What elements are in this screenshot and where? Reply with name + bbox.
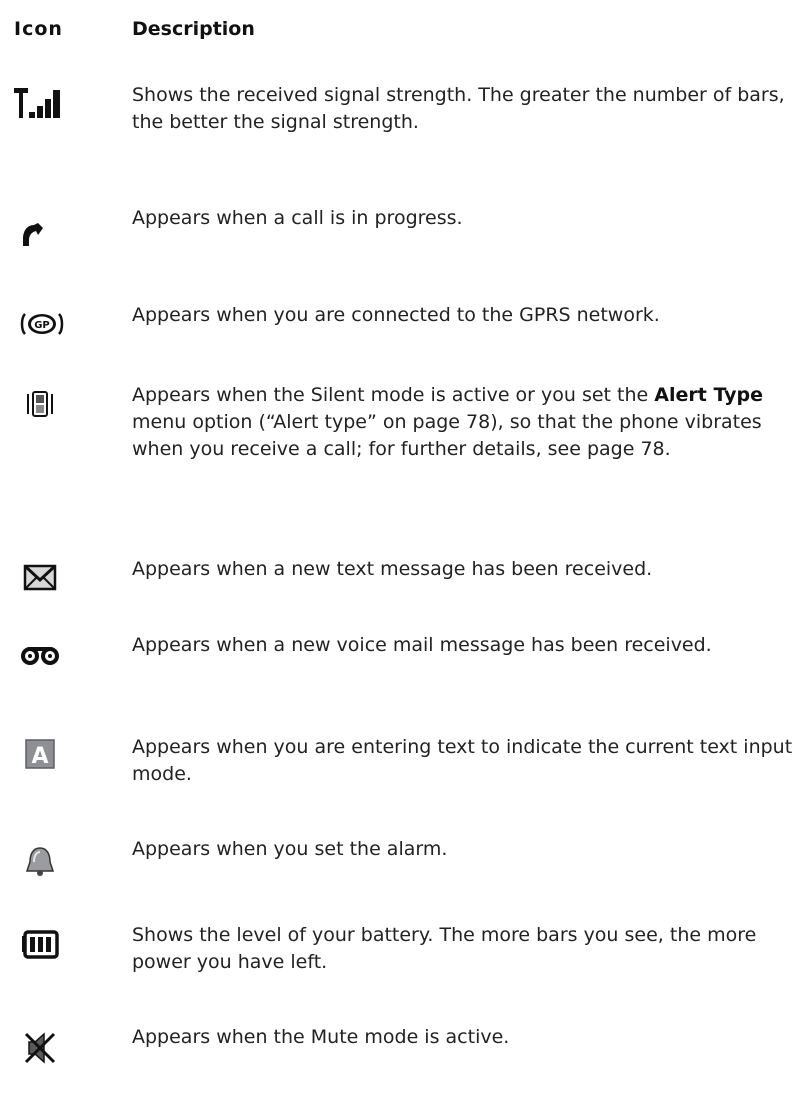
row-description: Appears when a call is in progress.	[132, 207, 463, 229]
row-description: Appears when you are entering text to in…	[132, 736, 793, 785]
vibrate-icon	[12, 384, 74, 434]
svg-text:GP: GP	[34, 320, 50, 331]
call-in-progress-icon	[12, 213, 74, 263]
gprs-icon: GP	[12, 304, 74, 354]
header-description: Description	[132, 18, 255, 40]
row-description: Appears when you set the alarm.	[132, 838, 448, 860]
mute-icon	[12, 1028, 74, 1078]
battery-icon	[12, 926, 74, 976]
signal-strength-icon	[12, 84, 74, 134]
alarm-icon	[12, 840, 74, 890]
row-description: Shows the received signal strength. The …	[132, 84, 785, 133]
row-description: Shows the level of your battery. The mor…	[132, 924, 757, 973]
voice-mail-icon	[12, 634, 74, 684]
row-description: Appears when the Silent mode is active o…	[132, 384, 764, 460]
text-message-icon	[12, 556, 74, 606]
row-description: Appears when you are connected to the GP…	[132, 304, 660, 326]
text-input-mode-icon: A	[12, 734, 74, 784]
row-description: Appears when a new text message has been…	[132, 558, 653, 580]
row-description: Appears when the Mute mode is active.	[132, 1026, 510, 1048]
header-icon: Icon	[14, 18, 63, 40]
svg-text:A: A	[31, 744, 48, 769]
row-description: Appears when a new voice mail message ha…	[132, 634, 712, 656]
